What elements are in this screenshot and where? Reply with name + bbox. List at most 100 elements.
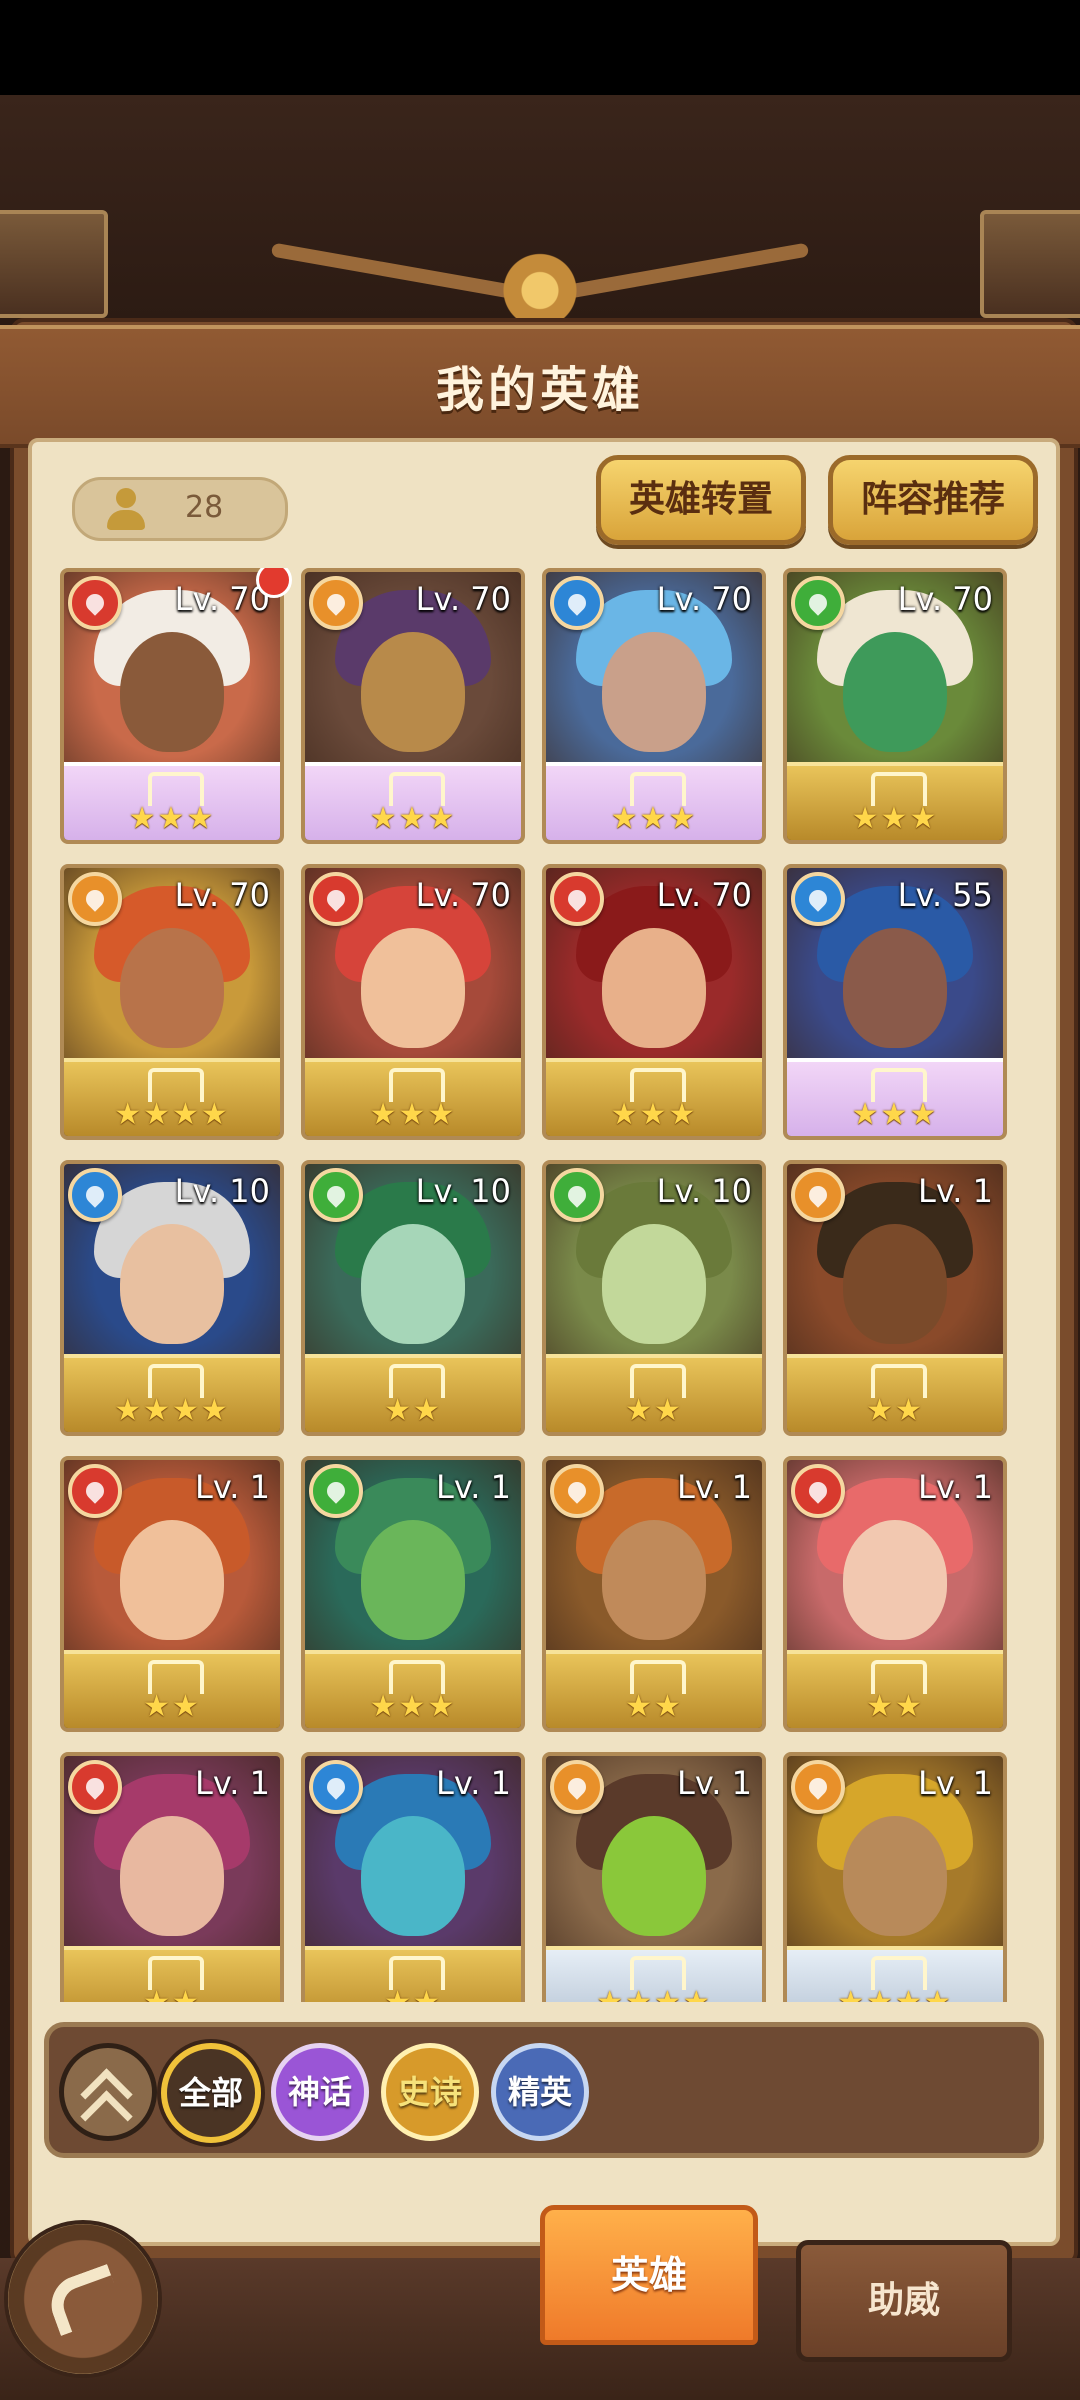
hero-stars: ★★★★ <box>546 1985 762 2002</box>
hero-card[interactable]: Lv. 10 ★★ <box>542 1160 766 1436</box>
hero-level: Lv. 1 <box>436 1764 511 1802</box>
fire-element-icon <box>791 1464 845 1518</box>
hero-stars: ★★★★ <box>114 1097 230 1132</box>
hero-face <box>120 1224 224 1344</box>
hero-stars: ★★ <box>625 1393 683 1428</box>
wind-element-icon <box>550 1168 604 1222</box>
hero-face <box>843 928 947 1048</box>
hero-face <box>602 1224 706 1344</box>
page-title: 我的英雄 <box>435 362 644 418</box>
earth-element-icon <box>309 576 363 630</box>
hero-card[interactable]: Lv. 1 ★★ <box>783 1160 1007 1436</box>
hero-level: Lv. 1 <box>918 1468 993 1506</box>
hero-level: Lv. 1 <box>918 1172 993 1210</box>
hero-stars: ★★ <box>305 1985 521 2002</box>
hero-level: Lv. 1 <box>195 1764 270 1802</box>
hero-level: Lv. 70 <box>656 580 752 618</box>
hero-stars: ★★★★ <box>787 1985 1003 2002</box>
hero-face <box>361 928 465 1048</box>
hero-stars: ★★ <box>866 1689 924 1724</box>
hero-level: Lv. 1 <box>677 1764 752 1802</box>
hero-face <box>120 1816 224 1936</box>
hero-card[interactable]: Lv. 70 ★★★ <box>542 568 766 844</box>
left-pillar-decoration <box>0 210 108 318</box>
earth-element-icon <box>550 1464 604 1518</box>
hero-grid[interactable]: Lv. 70 ★★★ Lv. 70 ★★★ Lv. 70 ★★★ Lv. 70 ★★★ Lv. … <box>60 568 1020 2002</box>
hero-face <box>843 1224 947 1344</box>
hero-stars: ★★★ <box>610 1097 698 1132</box>
hero-count-value: 28 <box>185 490 224 525</box>
hero-face <box>120 928 224 1048</box>
notification-dot <box>256 568 292 598</box>
hero-card[interactable]: Lv. 1 ★★★ <box>301 1456 525 1732</box>
fire-element-icon <box>68 1464 122 1518</box>
hero-level: Lv. 1 <box>918 1764 993 1802</box>
hero-face <box>361 1816 465 1936</box>
fire-element-icon <box>68 1760 122 1814</box>
hero-stars: ★★ <box>384 1393 442 1428</box>
hero-face <box>602 928 706 1048</box>
hero-stars: ★★ <box>143 1689 201 1724</box>
hero-stars: ★★★ <box>851 801 939 836</box>
hero-card[interactable]: Lv. 1 ★★ <box>301 1752 525 2002</box>
hero-card[interactable]: Lv. 70 ★★★ <box>301 568 525 844</box>
hero-card[interactable]: Lv. 55 ★★★ <box>783 864 1007 1140</box>
hero-face <box>602 1816 706 1936</box>
hero-card[interactable]: Lv. 1 ★★★★ <box>783 1752 1007 2002</box>
hero-face <box>361 632 465 752</box>
earth-element-icon <box>791 1760 845 1814</box>
hero-card[interactable]: Lv. 10 ★★★★ <box>60 1160 284 1436</box>
hero-level: Lv. 70 <box>415 876 511 914</box>
hero-face <box>361 1224 465 1344</box>
water-element-icon <box>68 1168 122 1222</box>
hero-stars: ★★ <box>625 1689 683 1724</box>
fire-element-icon <box>309 872 363 926</box>
hero-stars: ★★★ <box>128 801 216 836</box>
hero-stars: ★★ <box>64 1985 280 2002</box>
hero-level: Lv. 10 <box>415 1172 511 1210</box>
tab-support[interactable]: 助威 <box>796 2240 1012 2362</box>
hero-level: Lv. 70 <box>174 876 270 914</box>
hero-card[interactable]: Lv. 70 ★★★ <box>542 864 766 1140</box>
hero-level: Lv. 70 <box>415 580 511 618</box>
hero-level: Lv. 1 <box>195 1468 270 1506</box>
filter-elite-button[interactable]: 精英 <box>491 2043 589 2141</box>
collapse-chevron-button[interactable] <box>59 2043 157 2143</box>
hero-face <box>120 632 224 752</box>
earth-element-icon <box>550 1760 604 1814</box>
hero-card[interactable]: Lv. 70 ★★★★ <box>60 864 284 1140</box>
water-element-icon <box>309 1760 363 1814</box>
hero-card[interactable]: Lv. 1 ★★ <box>60 1752 284 2002</box>
back-arrow-icon <box>43 2263 125 2337</box>
hero-face <box>602 1520 706 1640</box>
hero-level: Lv. 1 <box>677 1468 752 1506</box>
filter-epic-button[interactable]: 史诗 <box>381 2043 479 2141</box>
hero-card[interactable]: Lv. 70 ★★★ <box>783 568 1007 844</box>
hero-card[interactable]: Lv. 70 ★★★ <box>60 568 284 844</box>
hero-card[interactable]: Lv. 1 ★★★★ <box>542 1752 766 2002</box>
tab-hero[interactable]: 英雄 <box>540 2205 758 2345</box>
hero-stars: ★★★ <box>369 801 457 836</box>
hero-card[interactable]: Lv. 70 ★★★ <box>301 864 525 1140</box>
right-pillar-decoration <box>980 210 1080 318</box>
earth-element-icon <box>791 1168 845 1222</box>
hero-card[interactable]: Lv. 1 ★★ <box>60 1456 284 1732</box>
hero-card[interactable]: Lv. 1 ★★ <box>783 1456 1007 1732</box>
back-button[interactable] <box>4 2220 162 2378</box>
hero-stars: ★★★★ <box>114 1393 230 1428</box>
hero-face <box>120 1520 224 1640</box>
lineup-recommend-button[interactable]: 阵容推荐 <box>828 455 1038 545</box>
hero-face <box>361 1520 465 1640</box>
hero-level: Lv. 10 <box>174 1172 270 1210</box>
filter-mythic-button[interactable]: 神话 <box>271 2043 369 2141</box>
hero-card[interactable]: Lv. 1 ★★ <box>542 1456 766 1732</box>
hero-stars: ★★★ <box>369 1097 457 1132</box>
hero-card[interactable]: Lv. 10 ★★ <box>301 1160 525 1436</box>
hero-transfer-button[interactable]: 英雄转置 <box>596 455 806 545</box>
hero-stars: ★★★ <box>610 801 698 836</box>
filter-all-button[interactable]: 全部 <box>161 2043 261 2143</box>
earth-element-icon <box>68 872 122 926</box>
filter-bar: 全部 神话 史诗 精英 <box>44 2022 1044 2158</box>
hero-level: Lv. 1 <box>436 1468 511 1506</box>
hero-level: Lv. 10 <box>656 1172 752 1210</box>
